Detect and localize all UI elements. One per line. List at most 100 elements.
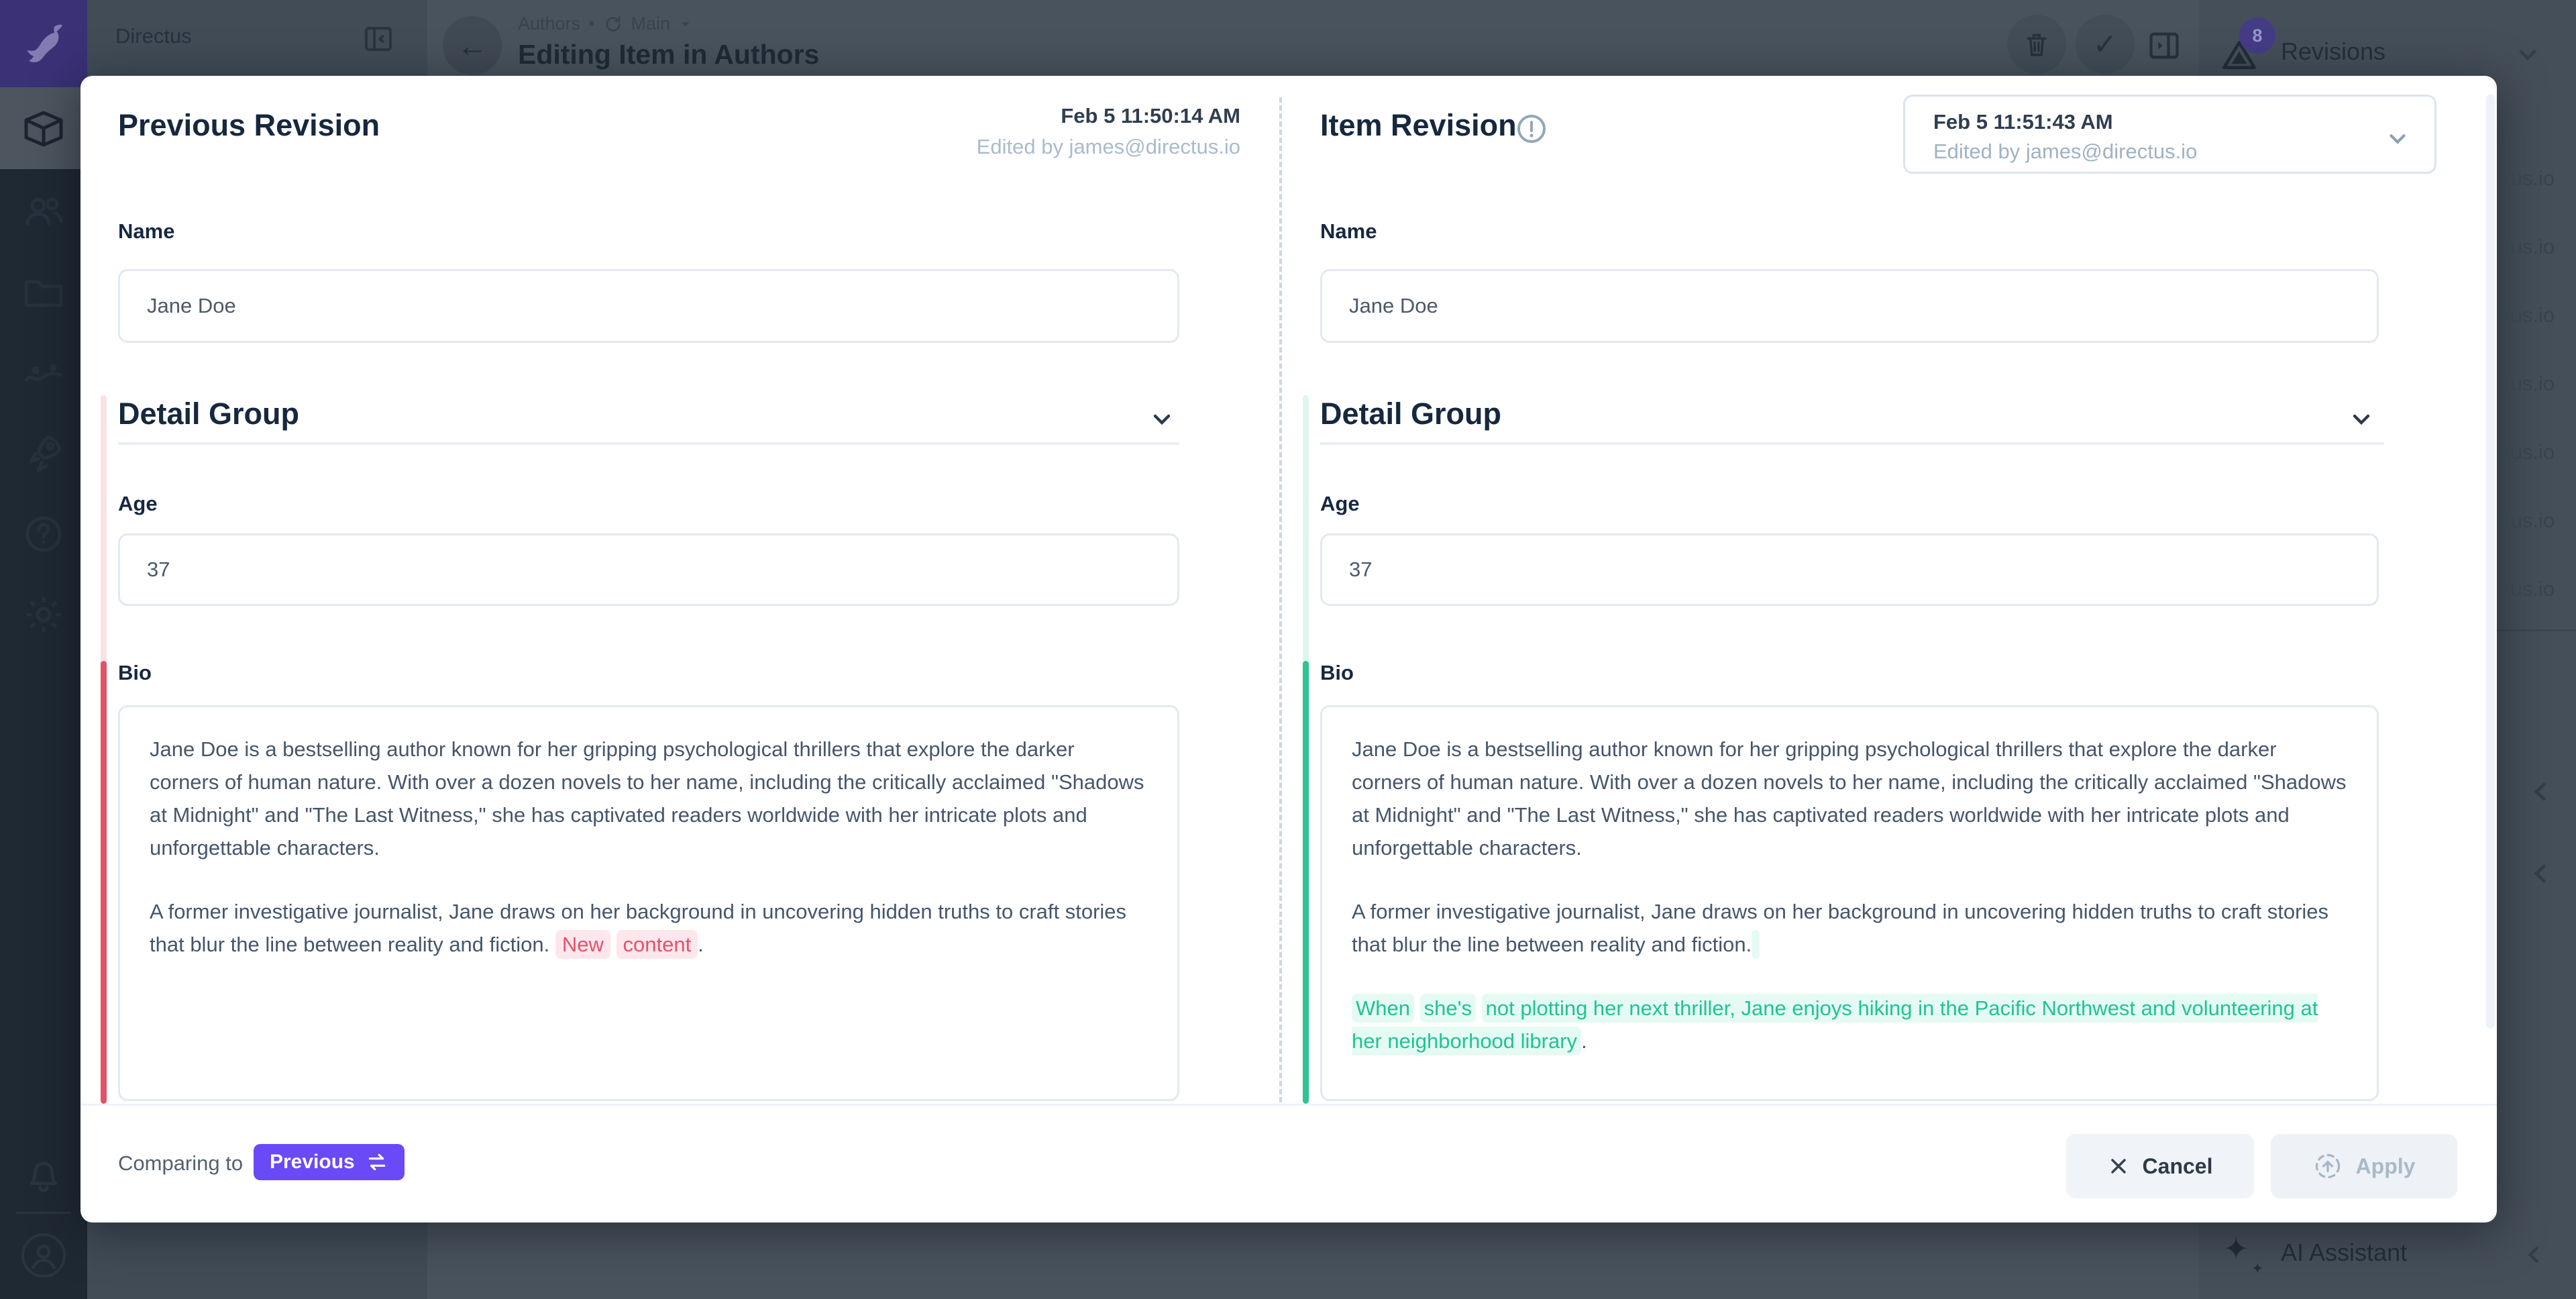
- detail-group-heading: Detail Group: [118, 397, 299, 431]
- cancel-label: Cancel: [2143, 1154, 2213, 1179]
- chevron-down-icon[interactable]: [2514, 42, 2541, 68]
- name-label: Name: [118, 219, 174, 244]
- bio-diff-add: not plotting her next thriller, Jane enj…: [1352, 994, 2318, 1055]
- toggle-sidebar-icon[interactable]: [2147, 28, 2182, 63]
- apply-label: Apply: [2356, 1154, 2416, 1179]
- version-icon: [603, 14, 623, 34]
- check-icon: ✓: [2093, 28, 2118, 62]
- chevron-down-icon[interactable]: [1148, 406, 1175, 433]
- bio-diff-del: content: [616, 930, 698, 959]
- breadcrumb-collection[interactable]: Authors: [518, 13, 580, 34]
- module-users-icon[interactable]: [22, 191, 65, 233]
- age-input-current: 37: [1320, 533, 2379, 606]
- bio-textarea-current: Jane Doe is a bestselling author known f…: [1320, 705, 2379, 1101]
- revision-row-fragment[interactable]: tus.io: [2505, 440, 2555, 464]
- collapse-sidebar-icon[interactable]: [362, 23, 394, 55]
- ai-sparkle-small-icon: ✦: [2251, 1260, 2263, 1278]
- revision-row-fragment[interactable]: tus.io: [2505, 509, 2555, 533]
- panel-divider: [1279, 97, 1282, 1102]
- trash-icon: [2021, 29, 2052, 60]
- name-input-previous: Jane Doe: [118, 269, 1179, 343]
- module-insights-icon[interactable]: [22, 352, 65, 395]
- footer-divider: [80, 1104, 2497, 1106]
- bio-text: Jane Doe is a bestselling author known f…: [1352, 737, 2347, 860]
- close-icon: [2108, 1155, 2129, 1177]
- bio-text: Jane Doe is a bestselling author known f…: [150, 737, 1144, 860]
- ai-assistant-label[interactable]: AI Assistant: [2281, 1239, 2407, 1267]
- compare-target-button[interactable]: Previous: [254, 1144, 405, 1180]
- selected-revision-timestamp: Feb 5 11:51:43 AM: [1933, 110, 2113, 134]
- directus-logo[interactable]: [0, 0, 87, 87]
- bio-diff-bar-current: [1303, 661, 1309, 1104]
- bio-text: .: [698, 933, 704, 956]
- revision-selector-dropdown[interactable]: Feb 5 11:51:43 AM Edited by james@direct…: [1903, 95, 2436, 174]
- user-avatar[interactable]: [21, 1233, 66, 1278]
- bio-text: A former investigative journalist, Jane …: [1352, 900, 2328, 956]
- module-help-icon[interactable]: [22, 513, 65, 556]
- age-label: Age: [1320, 492, 1360, 516]
- compare-target-label: Previous: [270, 1151, 355, 1174]
- module-content-icon[interactable]: [22, 107, 65, 150]
- breadcrumb-separator: •: [588, 13, 594, 34]
- module-marketplace-icon[interactable]: [22, 432, 65, 475]
- chevron-down-icon: [678, 17, 693, 32]
- group-divider: [1320, 442, 2384, 445]
- modal-scrollbar[interactable]: [2486, 95, 2495, 1029]
- chevron-down-icon: [2385, 126, 2410, 152]
- chevron-left-icon[interactable]: [2526, 777, 2556, 807]
- bio-diff-add: When: [1352, 994, 1414, 1023]
- revisions-count-badge: 8: [2239, 17, 2275, 54]
- age-label: Age: [118, 492, 158, 516]
- chevron-down-icon[interactable]: [2348, 406, 2375, 433]
- name-label: Name: [1320, 219, 1377, 244]
- module-settings-icon[interactable]: [22, 593, 65, 636]
- bio-text: [1414, 996, 1420, 1020]
- info-icon[interactable]: [1516, 113, 1547, 144]
- module-files-icon[interactable]: [22, 271, 65, 314]
- app-screen: Directus ← Authors • Main Editing Item i…: [0, 0, 2576, 1299]
- breadcrumb-version[interactable]: Main: [631, 13, 671, 34]
- breadcrumb[interactable]: Authors • Main: [518, 13, 693, 34]
- detail-group-heading: Detail Group: [1320, 397, 1501, 431]
- save-button[interactable]: ✓: [2076, 15, 2135, 74]
- name-input-current: Jane Doe: [1320, 269, 2379, 343]
- ai-sparkle-icon: ✦: [2223, 1231, 2249, 1267]
- bio-diff-add: [1752, 930, 1760, 959]
- bio-diff-bar-previous: [101, 661, 107, 1104]
- bio-label: Bio: [118, 661, 152, 685]
- age-input-previous: 37: [118, 533, 1179, 606]
- chevron-left-icon[interactable]: [2521, 1241, 2548, 1268]
- revision-row-fragment[interactable]: tus.io: [2505, 577, 2555, 601]
- page-title: Editing Item in Authors: [518, 39, 819, 70]
- comparing-to-label: Comparing to: [118, 1151, 243, 1176]
- apply-button[interactable]: Apply: [2271, 1134, 2457, 1198]
- cancel-button[interactable]: Cancel: [2066, 1134, 2254, 1198]
- project-name: Directus: [115, 24, 192, 48]
- bio-diff-del: New: [555, 930, 610, 959]
- bio-text: [1476, 996, 1482, 1020]
- back-arrow-icon: ←: [457, 28, 488, 64]
- delete-button[interactable]: [2007, 15, 2066, 74]
- previous-revision-title: Previous Revision: [118, 108, 380, 143]
- bio-text: [610, 933, 616, 956]
- group-divider: [118, 442, 1179, 445]
- previous-revision-editor: Edited by james@directus.io: [977, 135, 1240, 159]
- swap-icon: [366, 1151, 388, 1174]
- revision-row-fragment[interactable]: tus.io: [2505, 166, 2555, 191]
- bio-textarea-previous: Jane Doe is a bestselling author known f…: [118, 705, 1179, 1101]
- bio-text: .: [1581, 1029, 1587, 1053]
- back-button[interactable]: ←: [443, 16, 502, 75]
- revision-row-fragment[interactable]: tus.io: [2505, 303, 2555, 327]
- bio-label: Bio: [1320, 661, 1354, 685]
- apply-upload-icon: [2313, 1151, 2343, 1181]
- item-revision-title: Item Revision: [1320, 108, 1517, 143]
- modulebar-divider: [16, 1212, 71, 1214]
- revisions-drawer-title[interactable]: Revisions: [2281, 38, 2385, 66]
- notifications-bell-icon[interactable]: [24, 1155, 63, 1194]
- revision-row-fragment[interactable]: tus.io: [2505, 372, 2555, 396]
- previous-revision-timestamp: Feb 5 11:50:14 AM: [977, 104, 1240, 128]
- bio-diff-add: she's: [1420, 994, 1476, 1023]
- revision-row-fragment[interactable]: tus.io: [2505, 235, 2555, 259]
- revision-compare-modal: Previous Revision Feb 5 11:50:14 AM Edit…: [80, 76, 2497, 1223]
- chevron-left-icon[interactable]: [2526, 859, 2556, 888]
